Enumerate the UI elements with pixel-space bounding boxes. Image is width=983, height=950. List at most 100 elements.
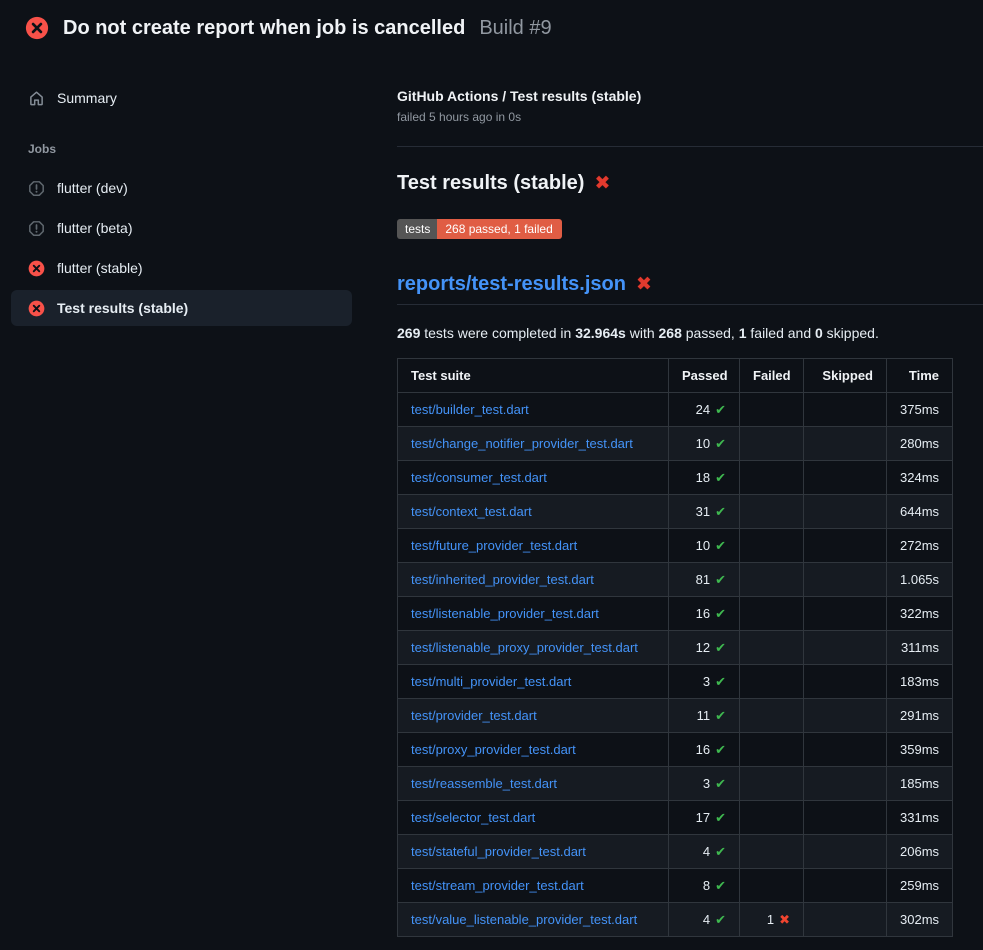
column-header-passed: Passed (669, 359, 740, 393)
skipped-cell (804, 393, 887, 427)
sidebar-item-flutter-dev[interactable]: flutter (dev) (11, 170, 352, 206)
section-title: Test results (stable) (397, 172, 584, 195)
test-suite-cell: test/value_listenable_provider_test.dart (398, 903, 669, 937)
test-suite-cell: test/listenable_proxy_provider_test.dart (398, 631, 669, 665)
test-suite-link[interactable]: test/listenable_proxy_provider_test.dart (411, 640, 638, 655)
sidebar-item-test-results-stable[interactable]: Test results (stable) (11, 290, 352, 326)
skipped-cell (804, 903, 887, 937)
test-suite-cell: test/stateful_provider_test.dart (398, 835, 669, 869)
check-icon: ✔ (715, 776, 726, 791)
report-file-link[interactable]: reports/test-results.json (397, 273, 626, 296)
count-value: 31 (696, 504, 710, 519)
time-cell: 280ms (887, 427, 953, 461)
failed-cell (740, 835, 804, 869)
skipped-cell (804, 869, 887, 903)
sidebar: Summary Jobs flutter (dev) flutter (beta)… (0, 56, 381, 330)
skipped-cell (804, 427, 887, 461)
passed-cell: 3✔ (669, 665, 740, 699)
test-suite-link[interactable]: test/provider_test.dart (411, 708, 537, 723)
check-icon: ✔ (715, 912, 726, 927)
test-suite-link[interactable]: test/reassemble_test.dart (411, 776, 557, 791)
home-icon (28, 90, 45, 107)
failed-cell (740, 665, 804, 699)
passed-cell: 3✔ (669, 767, 740, 801)
count-value: 16 (696, 742, 710, 757)
passed-cell: 24✔ (669, 393, 740, 427)
passed-cell: 12✔ (669, 631, 740, 665)
count-value: 3 (703, 776, 710, 791)
time-cell: 291ms (887, 699, 953, 733)
column-header-test-suite: Test suite (398, 359, 669, 393)
sidebar-item-label: flutter (stable) (57, 260, 143, 276)
passed-cell: 16 ✔ (669, 733, 740, 767)
count-value: 1 (767, 912, 774, 927)
check-icon: ✔ (715, 674, 726, 689)
count-value: 81 (696, 572, 710, 587)
count-value: 24 (696, 402, 710, 417)
count-value: 11 (697, 708, 711, 723)
time-cell: 331ms (887, 801, 953, 835)
sidebar-item-flutter-stable[interactable]: flutter (stable) (11, 250, 352, 286)
x-circle-fill-icon (28, 300, 45, 317)
test-suite-link[interactable]: test/value_listenable_provider_test.dart (411, 912, 637, 927)
time-cell: 302ms (887, 903, 953, 937)
skipped-cell (804, 529, 887, 563)
jobs-list: flutter (dev) flutter (beta) flutter (stab… (0, 170, 381, 326)
jobs-section-label: Jobs (28, 142, 381, 156)
test-suite-link[interactable]: test/stream_provider_test.dart (411, 878, 584, 893)
sidebar-item-flutter-beta[interactable]: flutter (beta) (11, 210, 352, 246)
time-cell: 375ms (887, 393, 953, 427)
test-suite-cell: test/builder_test.dart (398, 393, 669, 427)
failed-cell (740, 869, 804, 903)
test-suite-link[interactable]: test/listenable_provider_test.dart (411, 606, 599, 621)
stop-icon (28, 180, 45, 197)
sidebar-item-label: flutter (beta) (57, 220, 132, 236)
test-suite-link[interactable]: test/stateful_provider_test.dart (411, 844, 586, 859)
count-value: 4 (703, 844, 710, 859)
test-suite-link[interactable]: test/proxy_provider_test.dart (411, 742, 576, 757)
test-suite-link[interactable]: test/multi_provider_test.dart (411, 674, 571, 689)
failed-cell (740, 699, 804, 733)
test-suite-link[interactable]: test/selector_test.dart (411, 810, 535, 825)
table-row: test/reassemble_test.dart3✔185ms (398, 767, 953, 801)
test-suite-link[interactable]: test/builder_test.dart (411, 402, 529, 417)
cross-icon: ✖ (779, 912, 790, 927)
page-title: Do not create report when job is cancell… (63, 17, 465, 40)
badge-label: tests (397, 219, 437, 239)
column-header-skipped: Skipped (804, 359, 887, 393)
failed-x-icon: ✖ (636, 275, 652, 294)
test-suite-link[interactable]: test/future_provider_test.dart (411, 538, 577, 553)
failed-cell (740, 393, 804, 427)
report-heading: reports/test-results.json ✖ (397, 273, 983, 305)
test-suite-link[interactable]: test/consumer_test.dart (411, 470, 547, 485)
table-row: test/value_listenable_provider_test.dart… (398, 903, 953, 937)
column-header-failed: Failed (740, 359, 804, 393)
check-icon: ✔ (715, 436, 726, 451)
sidebar-item-summary[interactable]: Summary (11, 80, 352, 116)
test-suite-cell: test/selector_test.dart (398, 801, 669, 835)
check-icon: ✔ (715, 538, 726, 553)
test-suite-link[interactable]: test/inherited_provider_test.dart (411, 572, 594, 587)
test-suite-link[interactable]: test/change_notifier_provider_test.dart (411, 436, 633, 451)
passed-cell: 4✔ (669, 835, 740, 869)
check-icon: ✔ (715, 504, 726, 519)
passed-cell: 11✔ (669, 699, 740, 733)
count-value: 17 (696, 810, 710, 825)
check-icon: ✔ (715, 470, 726, 485)
count-value: 3 (703, 674, 710, 689)
test-suite-link[interactable]: test/context_test.dart (411, 504, 532, 519)
failed-cell (740, 767, 804, 801)
check-icon: ✔ (715, 742, 726, 757)
test-suite-cell: test/consumer_test.dart (398, 461, 669, 495)
sidebar-item-label: Test results (stable) (57, 300, 188, 316)
divider (397, 146, 983, 147)
table-row: test/listenable_proxy_provider_test.dart… (398, 631, 953, 665)
test-suite-cell: test/context_test.dart (398, 495, 669, 529)
count-value: 12 (696, 640, 710, 655)
time-cell: 259ms (887, 869, 953, 903)
table-row: test/builder_test.dart 24✔ 375ms (398, 393, 953, 427)
passed-cell: 16✔ (669, 597, 740, 631)
failed-cell (740, 495, 804, 529)
test-suite-cell: test/provider_test.dart (398, 699, 669, 733)
passed-cell: 31 ✔ (669, 495, 740, 529)
